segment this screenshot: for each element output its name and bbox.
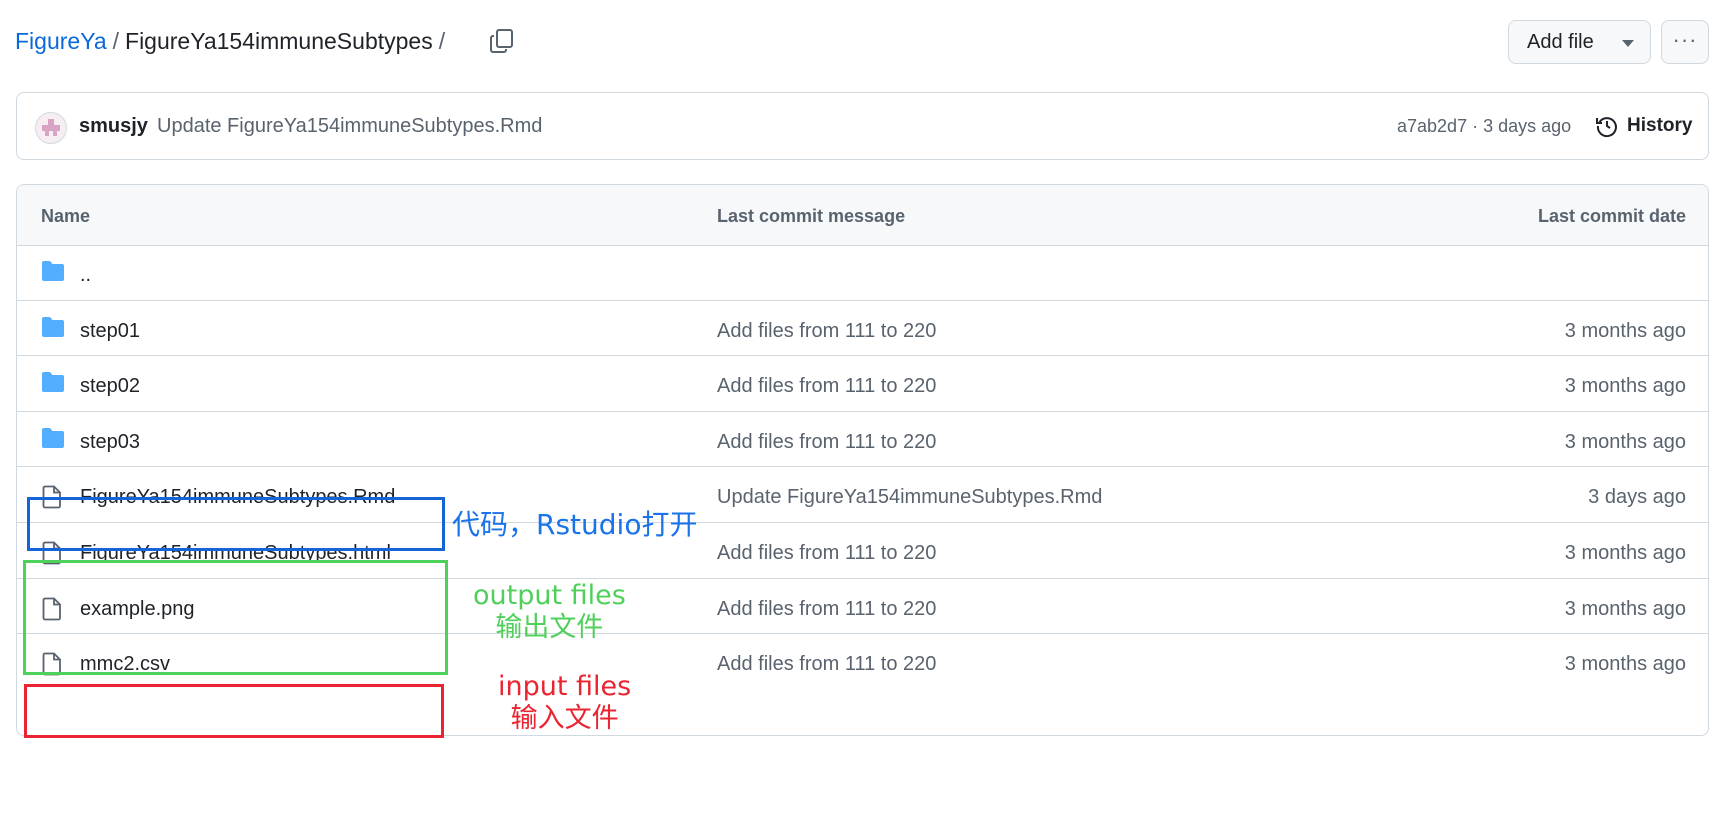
annotation-input-line1: input files <box>498 671 632 702</box>
chevron-down-icon <box>1622 40 1634 47</box>
folder-row[interactable]: step02 Add files from 111 to 220 3 months … <box>17 356 1708 412</box>
row-commit-date: 3 months ago <box>1564 375 1686 398</box>
history-icon <box>1596 117 1617 138</box>
breadcrumb-repo-link[interactable]: FigureYa <box>15 28 107 54</box>
folder-row[interactable]: .. <box>17 245 1708 301</box>
more-options-button[interactable]: ··· <box>1661 20 1709 64</box>
annotation-output-line2: 输出文件 <box>495 612 604 643</box>
add-file-label: Add file <box>1527 31 1594 53</box>
annotation-code-label: 代码，Rstudio打开 <box>452 508 698 541</box>
row-name-link[interactable]: .. <box>80 264 91 287</box>
folder-icon <box>41 371 65 398</box>
latest-commit-bar: smusjy Update FigureYa154immuneSubtypes.… <box>16 92 1709 160</box>
row-commit-date: 3 months ago <box>1564 597 1686 620</box>
copy-path-button[interactable] <box>487 26 517 56</box>
annotation-input-label: input files 输入文件 <box>498 671 631 735</box>
copy-icon <box>490 29 513 53</box>
column-header-message: Last commit message <box>717 206 906 226</box>
commit-message[interactable]: Update FigureYa154immuneSubtypes.Rmd <box>157 115 542 138</box>
column-header-name: Name <box>41 206 91 226</box>
add-file-button[interactable]: Add file <box>1508 20 1651 64</box>
row-commit-date: 3 months ago <box>1564 319 1686 342</box>
annotation-box-code <box>27 497 445 551</box>
row-commit-message[interactable]: Add files from 111 to 220 <box>717 542 936 565</box>
folder-icon <box>41 316 65 343</box>
folder-row[interactable]: step03 Add files from 111 to 220 3 months … <box>17 412 1708 468</box>
row-commit-message[interactable]: Update FigureYa154immuneSubtypes.Rmd <box>717 486 1102 509</box>
row-commit-date: 3 months ago <box>1564 653 1686 676</box>
column-header-date: Last commit date <box>1537 206 1686 226</box>
row-name-link[interactable]: step02 <box>80 375 140 398</box>
row-commit-date: 3 months ago <box>1564 430 1686 453</box>
breadcrumb-separator: / <box>438 28 446 54</box>
annotation-box-output <box>23 560 448 675</box>
row-commit-date: 3 days ago <box>1588 486 1686 509</box>
annotation-output-label: output files 输出文件 <box>473 580 626 644</box>
row-commit-message[interactable]: Add files from 111 to 220 <box>717 653 936 676</box>
file-table-header: Name Last commit message Last commit dat… <box>17 185 1708 246</box>
folder-icon <box>41 427 65 454</box>
row-name-link[interactable]: step01 <box>80 320 140 343</box>
repo-header: FigureYa / FigureYa154immuneSubtypes / Add … <box>15 18 1709 64</box>
folder-row[interactable]: step01 Add files from 111 to 220 3 months … <box>17 301 1708 357</box>
history-label: History <box>1627 115 1693 136</box>
row-commit-message[interactable]: Add files from 111 to 220 <box>717 598 936 621</box>
commit-author[interactable]: smusjy <box>79 115 148 138</box>
avatar-identicon <box>42 119 60 136</box>
annotation-box-input <box>24 684 444 738</box>
commit-hash-and-time[interactable]: a7ab2d7 · 3 days ago <box>1397 116 1571 137</box>
row-commit-message[interactable]: Add files from 111 to 220 <box>717 375 936 398</box>
annotation-input-line2: 输入文件 <box>510 703 619 734</box>
row-commit-message[interactable]: Add files from 111 to 220 <box>717 320 936 343</box>
breadcrumb: FigureYa / FigureYa154immuneSubtypes / <box>15 26 451 56</box>
row-commit-message[interactable]: Add files from 111 to 220 <box>717 431 936 454</box>
row-commit-date: 3 months ago <box>1564 542 1686 564</box>
annotation-output-line1: output files <box>473 580 626 611</box>
avatar[interactable] <box>35 112 67 144</box>
breadcrumb-current-directory: FigureYa154immuneSubtypes <box>125 28 433 54</box>
folder-icon <box>41 260 65 287</box>
row-name-link[interactable]: step03 <box>80 431 140 454</box>
breadcrumb-separator: / <box>112 28 120 54</box>
